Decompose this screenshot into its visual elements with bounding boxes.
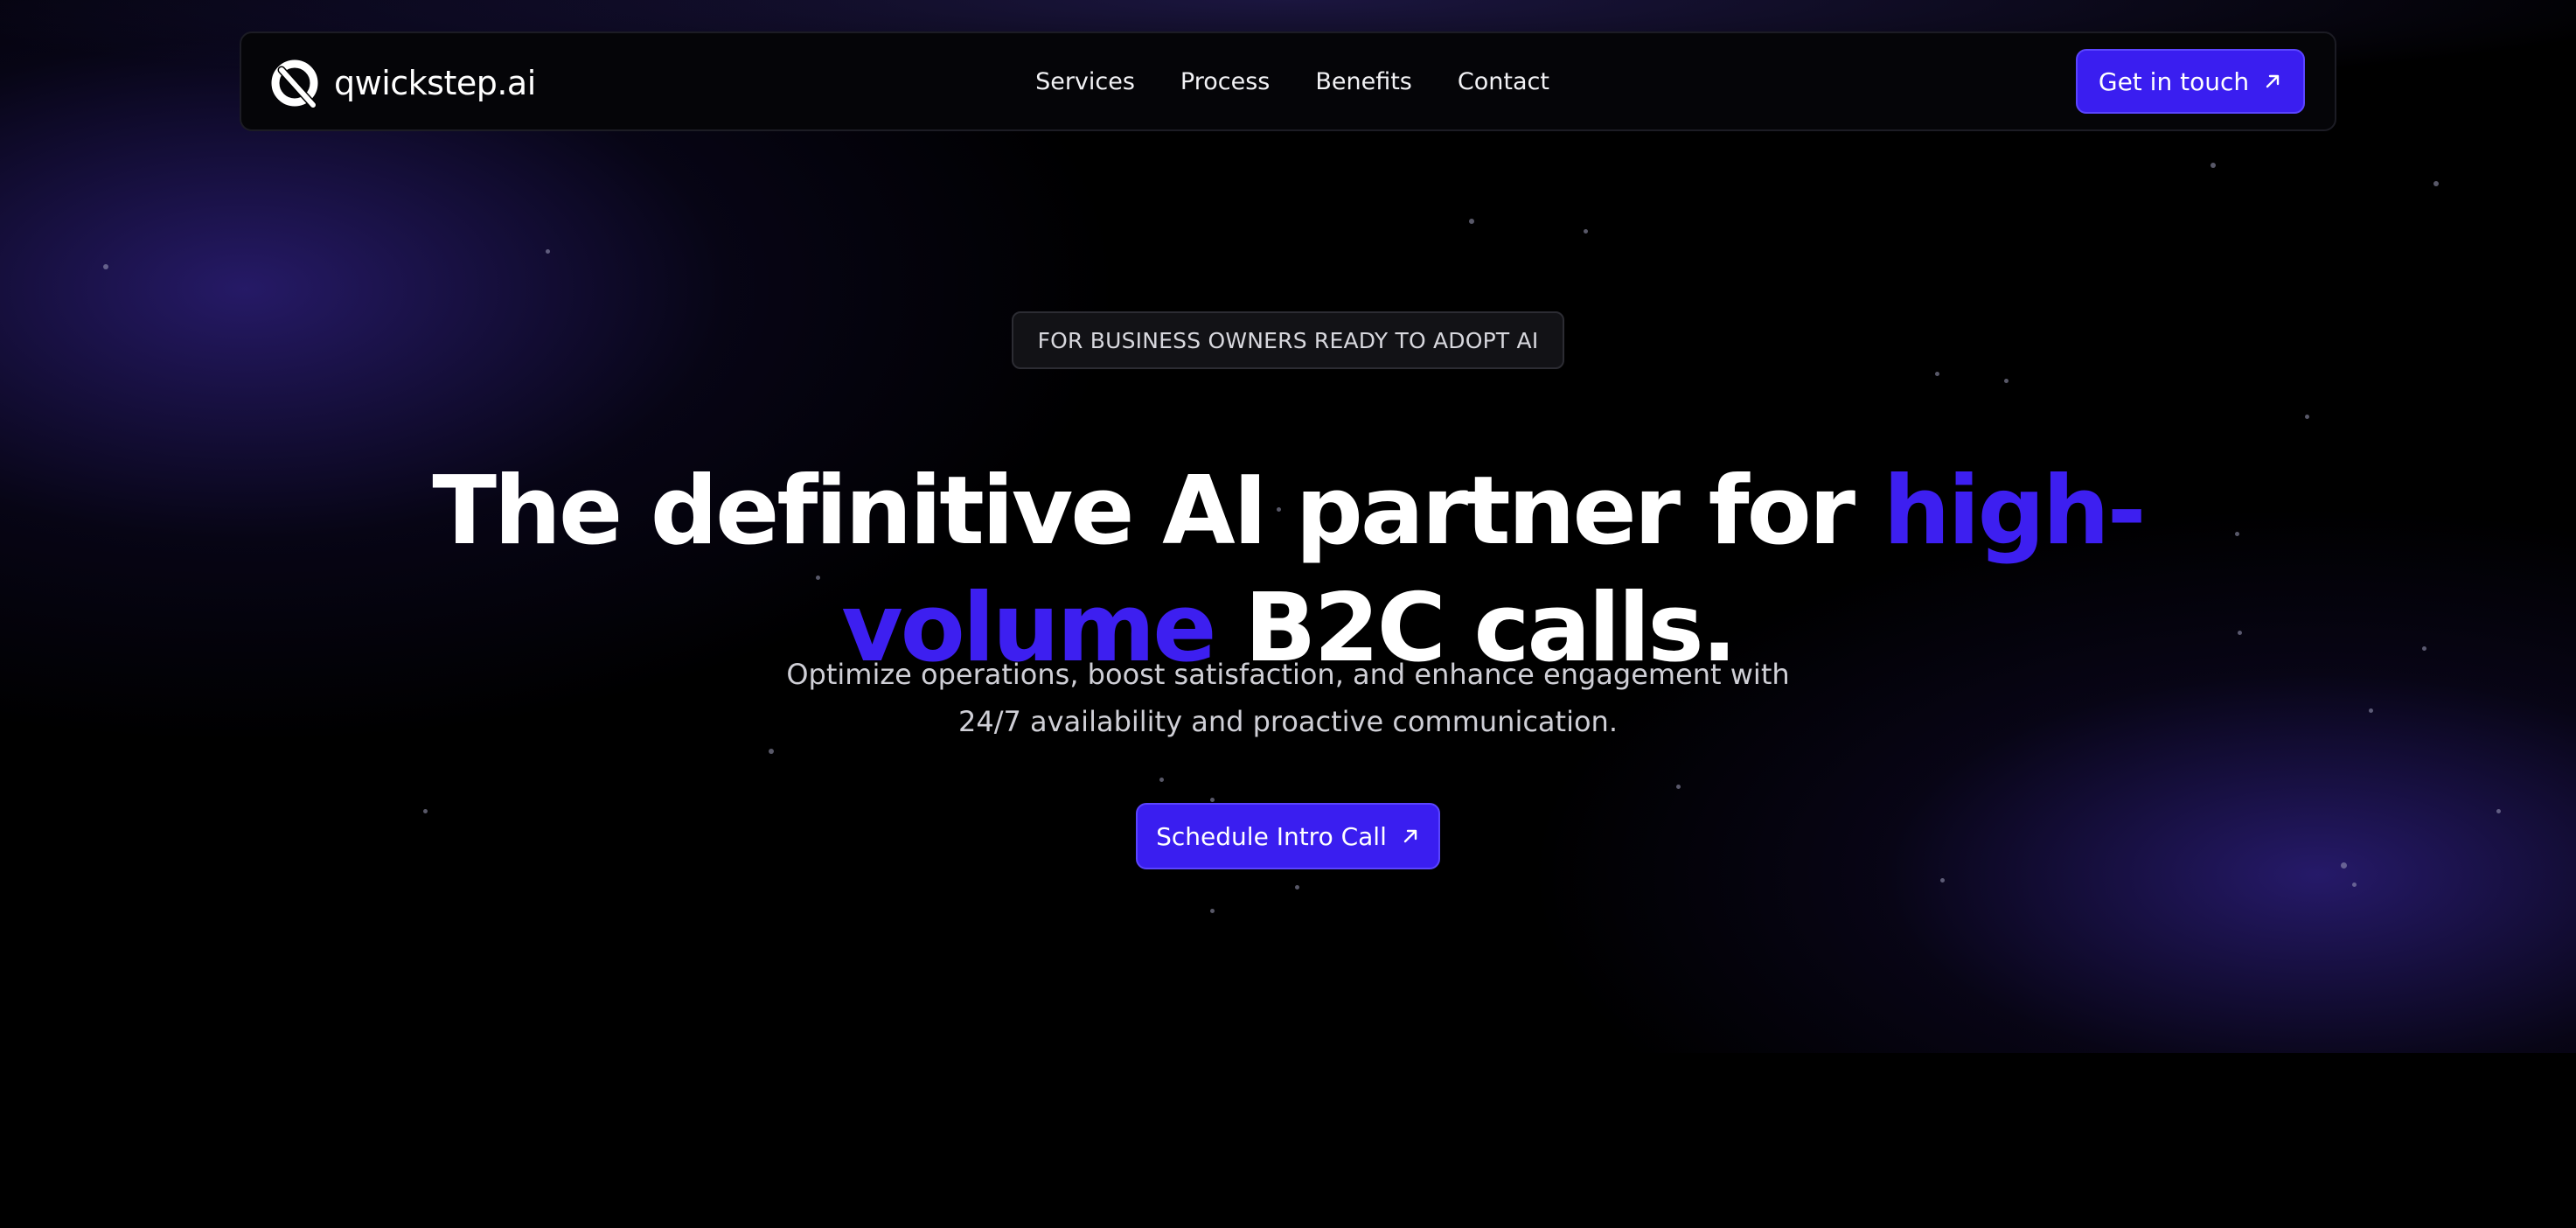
schedule-intro-call-label: Schedule Intro Call xyxy=(1156,821,1387,851)
nav-link-contact[interactable]: Contact xyxy=(1458,68,1549,95)
nav-link-services[interactable]: Services xyxy=(1035,68,1135,95)
audience-badge-text: FOR BUSINESS OWNERS READY TO ADOPT AI xyxy=(1037,327,1539,353)
nav-link-benefits[interactable]: Benefits xyxy=(1315,68,1412,95)
subtitle-line-1: Optimize operations, boost satisfaction,… xyxy=(786,658,1790,691)
audience-badge: FOR BUSINESS OWNERS READY TO ADOPT AI xyxy=(1012,311,1564,369)
top-navbar: qwickstep.ai Services Process Benefits C… xyxy=(240,31,2336,131)
schedule-intro-call-button[interactable]: Schedule Intro Call xyxy=(1136,803,1440,869)
nav-link-process[interactable]: Process xyxy=(1180,68,1270,95)
hero-section: qwickstep.ai Services Process Benefits C… xyxy=(0,0,2576,1053)
get-in-touch-button[interactable]: Get in touch xyxy=(2076,49,2305,114)
arrow-up-right-icon xyxy=(1403,829,1417,843)
nav-links: Services Process Benefits Contact xyxy=(241,33,2335,129)
page: qwickstep.ai Services Process Benefits C… xyxy=(0,0,2576,1228)
hero-subtitle: Optimize operations, boost satisfaction,… xyxy=(763,651,1813,745)
subtitle-line-2: 24/7 availability and proactive communic… xyxy=(957,705,1618,738)
arrow-up-right-icon xyxy=(2266,74,2280,88)
get-in-touch-label: Get in touch xyxy=(2098,66,2250,96)
headline-part1: The definitive AI partner for xyxy=(432,457,1883,567)
